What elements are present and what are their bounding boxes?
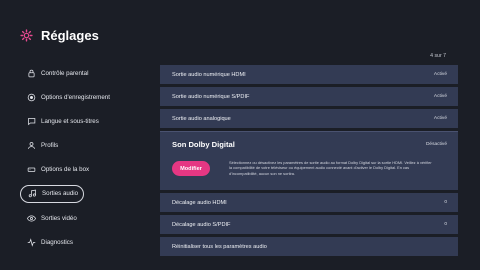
- setting-status: Activé: [433, 94, 447, 99]
- setting-label: Sortie audio analogique: [172, 115, 231, 122]
- sidebar: Contrôle parental Options d'enregistreme…: [20, 64, 140, 258]
- user-icon: [26, 141, 36, 151]
- sidebar-item-label: Langue et sous-titres: [41, 117, 99, 125]
- setting-value: 0: [444, 200, 447, 205]
- page-header: Réglages: [20, 24, 99, 46]
- setting-panel-dolby-digital: Son Dolby Digital Désactivé Modifier Sél…: [160, 131, 458, 190]
- modify-button[interactable]: Modifier: [172, 161, 210, 176]
- music-note-icon: [27, 189, 37, 199]
- sidebar-item-box-options[interactable]: Options de la box: [20, 161, 140, 179]
- setting-value: 0: [444, 222, 447, 227]
- pulse-icon: [26, 237, 36, 247]
- sidebar-item-diagnostics[interactable]: Diagnostics: [20, 233, 140, 251]
- sidebar-item-label: Options d'enregistrement: [41, 93, 110, 101]
- audio-settings-list: Sortie audio numérique HDMI Activé Sorti…: [160, 65, 458, 256]
- sidebar-item-label: Sorties vidéo: [41, 214, 77, 222]
- sidebar-item-recording-options[interactable]: Options d'enregistrement: [20, 88, 140, 106]
- page-title: Réglages: [41, 27, 99, 43]
- setting-row-spdif-delay[interactable]: Décalage audio S/PDIF 0: [160, 215, 458, 234]
- sidebar-item-label: Profils: [41, 142, 59, 150]
- setting-status: Activé: [433, 72, 447, 77]
- box-icon: [26, 165, 36, 175]
- sidebar-item-video-outputs[interactable]: Sorties vidéo: [20, 209, 140, 227]
- sidebar-item-parental-control[interactable]: Contrôle parental: [20, 64, 140, 82]
- setting-label: Son Dolby Digital: [172, 140, 235, 149]
- record-icon: [26, 92, 36, 102]
- setting-label: Réinitialiser tous les paramètres audio: [172, 243, 267, 250]
- sidebar-item-label: Diagnostics: [41, 238, 73, 246]
- setting-label: Sortie audio numérique S/PDIF: [172, 93, 250, 100]
- subtitles-icon: [26, 116, 36, 126]
- sidebar-item-label: Contrôle parental: [41, 69, 89, 77]
- eye-icon: [26, 213, 36, 223]
- setting-label: Décalage audio HDMI: [172, 199, 227, 206]
- setting-row-analog-output[interactable]: Sortie audio analogique Activé: [160, 109, 458, 128]
- setting-status: Activé: [433, 116, 447, 121]
- setting-row-hdmi-delay[interactable]: Décalage audio HDMI 0: [160, 193, 458, 212]
- gear-icon: [20, 28, 33, 42]
- setting-description: Sélectionnez ou désactivez les paramètre…: [229, 160, 432, 176]
- setting-label: Sortie audio numérique HDMI: [172, 71, 246, 78]
- sidebar-item-label: Options de la box: [41, 166, 90, 174]
- setting-row-spdif-output[interactable]: Sortie audio numérique S/PDIF Activé: [160, 87, 458, 106]
- page-counter: 4 sur 7: [430, 53, 446, 59]
- setting-status: Désactivé: [425, 142, 447, 147]
- setting-label: Décalage audio S/PDIF: [172, 221, 231, 228]
- sidebar-item-audio-outputs[interactable]: Sorties audio: [20, 184, 84, 203]
- setting-row-hdmi-output[interactable]: Sortie audio numérique HDMI Activé: [160, 65, 458, 84]
- sidebar-item-language-subtitles[interactable]: Langue et sous-titres: [20, 112, 140, 130]
- lock-icon: [26, 68, 36, 78]
- reset-audio-settings-button[interactable]: Réinitialiser tous les paramètres audio: [160, 237, 458, 256]
- sidebar-item-label: Sorties audio: [42, 190, 79, 198]
- sidebar-item-profiles[interactable]: Profils: [20, 137, 140, 155]
